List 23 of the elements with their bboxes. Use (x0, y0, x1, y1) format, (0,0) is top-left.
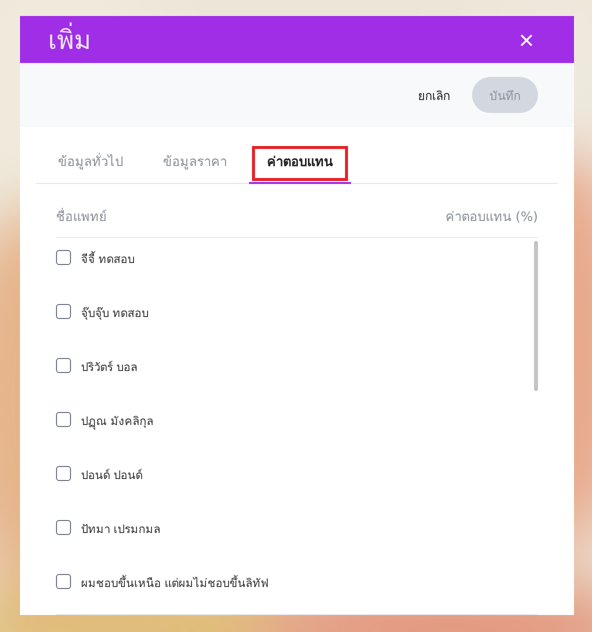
doctor-name: ปัทมา เปรมกมล (81, 521, 161, 538)
column-header: ชื่อแพทย์ (56, 206, 107, 227)
tab[interactable]: ค่าตอบแทน (249, 143, 351, 184)
doctor-name: ปฏุณ มังคลิกุล (81, 413, 154, 430)
dialog-title: เพิ่ม (48, 19, 91, 60)
tab[interactable]: ข้อมูลราคา (145, 143, 245, 184)
checkbox[interactable] (56, 412, 71, 427)
checkbox[interactable] (56, 304, 71, 319)
column-header: ค่าตอบแทน (%) (445, 209, 538, 227)
tab[interactable]: ข้อมูลทั่วไป (40, 143, 141, 184)
checkbox[interactable] (56, 358, 71, 373)
doctor-name: ปริวัตร์ บอล (81, 359, 138, 376)
close-button[interactable]: × (518, 26, 534, 52)
checkbox[interactable] (56, 250, 71, 265)
checkbox[interactable] (56, 466, 71, 481)
checkbox[interactable] (56, 574, 71, 589)
doctor-name: จุ๊บจุ๊บ ทดสอบ (81, 305, 149, 322)
doctor-name: ปอนด์ ปอนด์ (81, 467, 143, 484)
checkbox[interactable] (56, 520, 71, 535)
scrollbar[interactable] (534, 241, 538, 391)
doctor-name: ผมชอบขึ้นเหนือ แต่ผมไม่ชอบขึ้นลิทัฟ (81, 574, 269, 592)
cancel-button[interactable]: ยกเลิก (414, 82, 454, 108)
doctor-name: จีจี้ ทดสอบ (81, 250, 135, 268)
